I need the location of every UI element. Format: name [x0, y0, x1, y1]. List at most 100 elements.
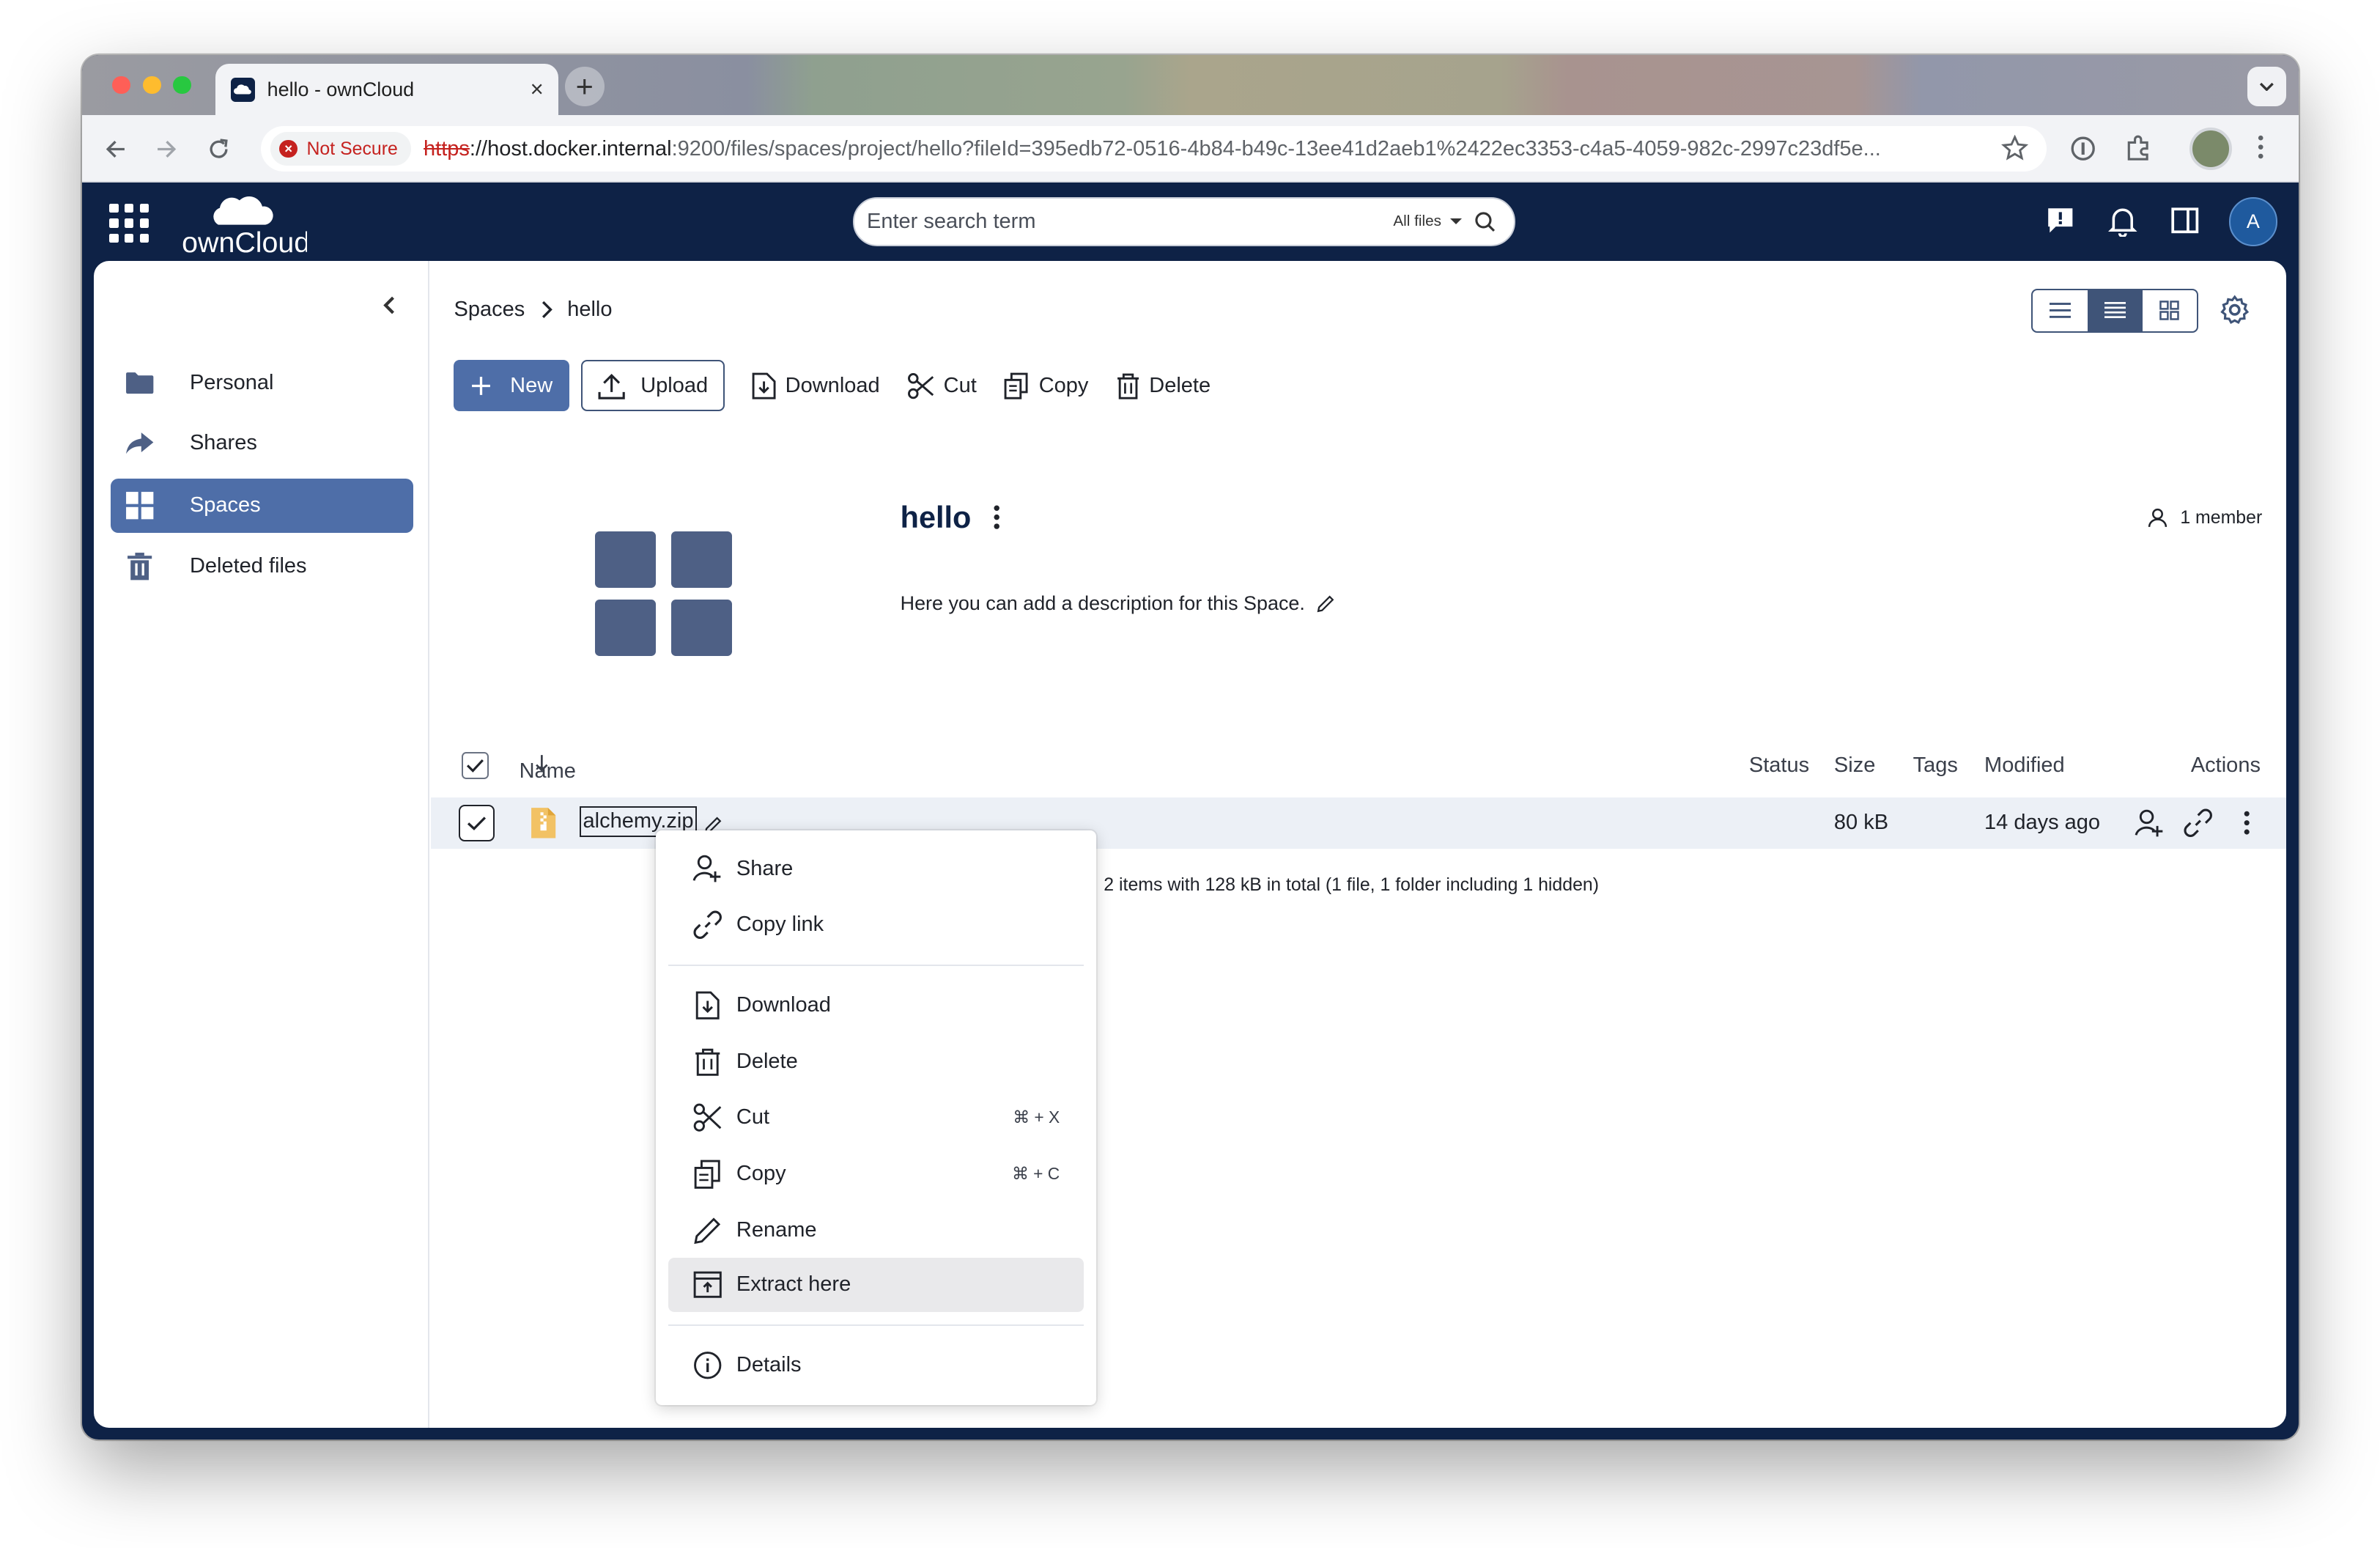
menu-item-details[interactable]: Details: [668, 1338, 1084, 1393]
extension-1password-icon[interactable]: [2068, 133, 2098, 163]
download-button[interactable]: Download: [752, 372, 880, 399]
column-status-header[interactable]: Status: [1749, 753, 1809, 778]
menu-item-rename[interactable]: Rename: [668, 1203, 1084, 1258]
breadcrumb-current[interactable]: hello: [567, 298, 612, 322]
upload-icon: [598, 373, 625, 399]
browser-tab[interactable]: hello - ownCloud ×: [215, 64, 559, 116]
maximize-window-button[interactable]: [173, 75, 192, 95]
forward-button[interactable]: [152, 133, 182, 163]
menu-item-extract-here[interactable]: Extract here: [668, 1257, 1084, 1313]
user-avatar[interactable]: A: [2228, 197, 2277, 246]
column-modified-header[interactable]: Modified: [1984, 753, 2065, 778]
file-actions-toolbar: New Upload Download Cut Copy Delete: [454, 360, 1211, 412]
download-button-label: Download: [785, 373, 880, 397]
sidebar-item-shares[interactable]: Shares: [111, 416, 413, 471]
sidebar-item-label: Spaces: [189, 493, 261, 517]
reload-button[interactable]: [204, 133, 234, 163]
view-list-condensed-button[interactable]: [2033, 290, 2088, 331]
menu-item-share[interactable]: Share: [668, 841, 1084, 896]
column-name-header[interactable]: Name: [520, 753, 576, 783]
sidebar-toggle-icon[interactable]: [2168, 204, 2205, 240]
back-button[interactable]: [100, 133, 130, 163]
row-checkbox[interactable]: [458, 805, 495, 841]
tab-close-icon[interactable]: ×: [531, 76, 544, 103]
menu-item-label: Cut: [736, 1105, 770, 1129]
column-size-header[interactable]: Size: [1834, 753, 1875, 778]
search-scope-label: All files: [1393, 213, 1441, 230]
breadcrumb: Spaces hello: [454, 298, 612, 322]
cut-button-label: Cut: [943, 373, 977, 397]
select-all-checkbox[interactable]: [461, 751, 489, 779]
sidebar-item-spaces[interactable]: Spaces: [111, 478, 413, 534]
menu-item-copy-link[interactable]: Copy link: [668, 898, 1084, 953]
space-description-text: Here you can add a description for this …: [900, 592, 1305, 615]
space-image: [595, 531, 735, 657]
menu-divider: [668, 964, 1084, 966]
owncloud-logo[interactable]: ownCloud: [179, 191, 307, 255]
row-actions-kebab-icon[interactable]: [2242, 809, 2251, 836]
collapse-sidebar-button[interactable]: [382, 295, 398, 316]
delete-button[interactable]: Delete: [1116, 372, 1211, 399]
address-bar[interactable]: × Not Secure https://host.docker.interna…: [261, 125, 2047, 172]
copy-link-icon[interactable]: [2183, 808, 2213, 838]
add-share-user-icon[interactable]: [2135, 808, 2165, 838]
sidebar-item-label: Deleted files: [189, 554, 307, 578]
menu-item-copy[interactable]: Copy ⌘ + C: [668, 1146, 1084, 1201]
feedback-icon[interactable]: [2044, 204, 2080, 240]
download-icon: [695, 991, 720, 1020]
search-scope-dropdown[interactable]: All files: [1393, 213, 1463, 230]
sidebar-item-label: Shares: [189, 431, 257, 455]
arrow-left-icon: [106, 140, 125, 158]
menu-item-delete[interactable]: Delete: [668, 1034, 1084, 1089]
file-size: 80 kB: [1833, 811, 1889, 835]
new-button[interactable]: New: [454, 360, 569, 412]
chevron-left-icon: [383, 296, 395, 314]
browser-menu-icon[interactable]: [2256, 133, 2265, 161]
copy-shortcut: ⌘ + C: [1012, 1164, 1060, 1184]
upload-button-label: Upload: [640, 373, 709, 397]
app-header: ownCloud Enter search term All files A: [81, 182, 2299, 262]
settings-gear-icon[interactable]: [2220, 295, 2250, 325]
warning-icon: ×: [279, 139, 298, 158]
space-actions-kebab-icon[interactable]: [992, 504, 1001, 531]
scissors-icon: [693, 1103, 722, 1132]
bell-icon[interactable]: [2106, 204, 2143, 240]
cut-shortcut: ⌘ + X: [1013, 1107, 1060, 1127]
security-chip[interactable]: × Not Secure: [270, 132, 412, 166]
view-tiles-button[interactable]: [2143, 290, 2198, 331]
menu-item-label: Extract here: [736, 1272, 851, 1297]
close-window-button[interactable]: [112, 75, 131, 95]
breadcrumb-spaces-link[interactable]: Spaces: [454, 298, 525, 322]
cut-button[interactable]: Cut: [907, 372, 977, 399]
app-switcher-icon[interactable]: [109, 203, 149, 243]
url-text[interactable]: https://host.docker.internal:9200/files/…: [424, 137, 1972, 161]
edit-pencil-icon[interactable]: [1317, 594, 1335, 613]
members-link[interactable]: 1 member: [2147, 507, 2262, 528]
minimize-window-button[interactable]: [142, 75, 161, 95]
add-user-icon: [692, 855, 721, 882]
menu-item-cut[interactable]: Cut ⌘ + X: [668, 1091, 1084, 1146]
view-list-default-button[interactable]: [2087, 290, 2143, 331]
table-header: Name Status Size Tags Modified Actions: [431, 747, 2286, 786]
profile-avatar[interactable]: [2189, 128, 2232, 171]
copy-button-label: Copy: [1038, 373, 1089, 397]
sidebar-item-personal[interactable]: Personal: [111, 355, 413, 410]
caret-down-icon: [1450, 218, 1463, 225]
folder-icon: [123, 366, 157, 399]
bookmark-star-icon[interactable]: [2000, 135, 2029, 162]
browser-toolbar: × Not Secure https://host.docker.interna…: [81, 115, 2299, 183]
tab-search-button[interactable]: [2247, 67, 2287, 106]
chevron-down-icon: [2260, 82, 2274, 92]
copy-button[interactable]: Copy: [1004, 372, 1088, 399]
search-icon[interactable]: [1474, 211, 1496, 232]
extensions-puzzle-icon[interactable]: [2123, 133, 2153, 163]
sidebar-item-deleted-files[interactable]: Deleted files: [111, 539, 413, 594]
new-tab-button[interactable]: +: [564, 67, 605, 106]
menu-item-download[interactable]: Download: [668, 978, 1084, 1033]
list-dense-icon: [2104, 302, 2126, 319]
search-input[interactable]: Enter search term: [867, 210, 1393, 234]
search-box[interactable]: Enter search term All files: [853, 197, 1515, 246]
upload-button[interactable]: Upload: [581, 360, 725, 412]
trash-icon: [123, 550, 157, 583]
column-tags-header[interactable]: Tags: [1913, 753, 1958, 778]
